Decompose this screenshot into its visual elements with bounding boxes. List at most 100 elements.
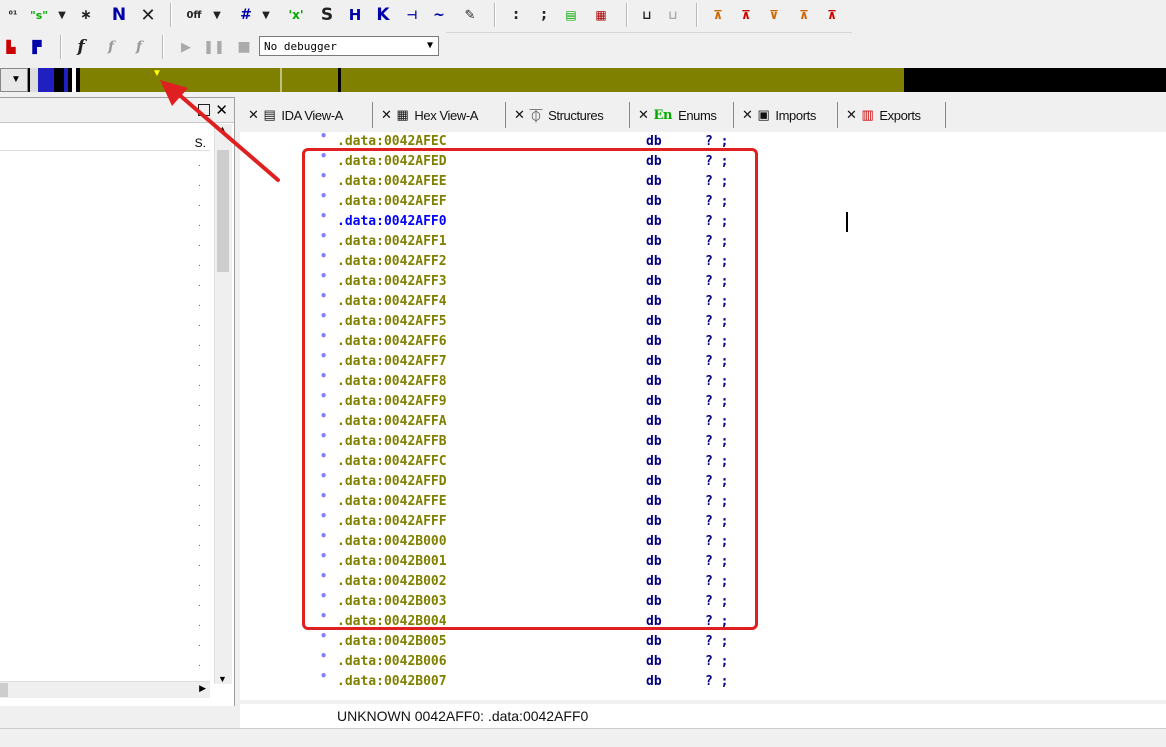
code-row[interactable]: • .data:0042B004 db ? ; [240, 609, 1166, 632]
row-mnemonic[interactable]: db [646, 292, 662, 312]
negate-icon[interactable]: ⊣ [402, 0, 422, 30]
xrefs-icon[interactable]: ▙ [0, 32, 22, 62]
code-row[interactable]: • .data:0042AFFF db ? ; [240, 509, 1166, 532]
row-address[interactable]: .data:0042AFEF [337, 192, 447, 212]
pencil-icon[interactable]: ✎ [460, 0, 480, 30]
code-row[interactable]: • .data:0042AFF0 db ? ; [240, 209, 1166, 232]
row-mnemonic[interactable]: db [646, 612, 662, 632]
row-operand[interactable]: ? ; [705, 252, 728, 272]
code-row[interactable]: • .data:0042AFF9 db ? ; [240, 389, 1166, 412]
row-operand[interactable]: ? ; [705, 212, 728, 232]
row-operand[interactable]: ? ; [705, 592, 728, 612]
code-row[interactable]: • .data:0042B002 db ? ; [240, 569, 1166, 592]
row-operand[interactable]: ? ; [705, 332, 728, 352]
code-row[interactable]: • .data:0042B007 db ? ; [240, 669, 1166, 692]
restore-icon[interactable] [198, 104, 210, 116]
char-icon[interactable]: 'x' [284, 0, 308, 30]
row-operand[interactable]: ? ; [705, 192, 728, 212]
row-mnemonic[interactable]: db [646, 232, 662, 252]
row-address[interactable]: .data:0042AFFF [337, 512, 447, 532]
row-operand[interactable]: ? ; [705, 372, 728, 392]
row-operand[interactable]: ? ; [705, 652, 728, 672]
row-operand[interactable]: ? ; [705, 452, 728, 472]
tab-hex-view[interactable]: ✕ ▦ Hex View-A [373, 102, 506, 128]
row-mnemonic[interactable]: db [646, 332, 662, 352]
row-mnemonic[interactable]: db [646, 252, 662, 272]
row-address[interactable]: .data:0042B005 [337, 632, 447, 652]
edit-function-icon[interactable]: f [100, 32, 122, 62]
row-address[interactable]: .data:0042AFF2 [337, 252, 447, 272]
row-address[interactable]: .data:0042B007 [337, 672, 447, 692]
row-address[interactable]: .data:0042AFF9 [337, 392, 447, 412]
row-address[interactable]: .data:0042B003 [337, 592, 447, 612]
row-operand[interactable]: ? ; [705, 272, 728, 292]
code-row[interactable]: • .data:0042AFED db ? ; [240, 149, 1166, 172]
row-address[interactable]: .data:0042AFEE [337, 172, 447, 192]
row-operand[interactable]: ? ; [705, 512, 728, 532]
code-row[interactable]: • .data:0042AFEC db ? ; [240, 129, 1166, 152]
segment-icon[interactable]: S [316, 0, 338, 30]
user-xref-icon[interactable]: ⊼ [792, 0, 816, 30]
structs-icon[interactable]: ▛ [26, 32, 48, 62]
code-row[interactable]: • .data:0042AFF3 db ? ; [240, 269, 1166, 292]
function-icon[interactable]: f [70, 32, 92, 62]
row-mnemonic[interactable]: db [646, 352, 662, 372]
row-mnemonic[interactable]: db [646, 312, 662, 332]
row-mnemonic[interactable]: db [646, 472, 662, 492]
row-mnemonic[interactable]: db [646, 492, 662, 512]
row-address[interactable]: .data:0042AFFB [337, 432, 447, 452]
code-row[interactable]: • .data:0042AFF7 db ? ; [240, 349, 1166, 372]
play-icon[interactable]: ▶ [176, 32, 196, 62]
code-row[interactable]: • .data:0042AFF5 db ? ; [240, 309, 1166, 332]
close-icon[interactable]: ✕ [742, 108, 753, 123]
row-mnemonic[interactable]: db [646, 452, 662, 472]
code-row[interactable]: • .data:0042B006 db ? ; [240, 649, 1166, 672]
row-mnemonic[interactable]: db [646, 392, 662, 412]
row-address[interactable]: .data:0042B001 [337, 552, 447, 572]
row-operand[interactable]: ? ; [705, 532, 728, 552]
code-row[interactable]: • .data:0042AFEF db ? ; [240, 189, 1166, 212]
row-address[interactable]: .data:0042AFF1 [337, 232, 447, 252]
scrollbar-thumb[interactable] [0, 683, 8, 697]
comment-icon[interactable]: ▤ [560, 0, 582, 30]
tab-structures[interactable]: ✕ ⏁ Structures [506, 102, 630, 128]
pause-icon[interactable]: ❚❚ [203, 32, 225, 62]
call-graph-icon[interactable]: ⊼ [820, 0, 844, 30]
vertical-scrollbar[interactable]: ▲ ▼ [214, 124, 232, 684]
row-address[interactable]: .data:0042AFF6 [337, 332, 447, 352]
code-row[interactable]: • .data:0042AFFB db ? ; [240, 429, 1166, 452]
row-operand[interactable]: ? ; [705, 152, 728, 172]
row-operand[interactable]: ? ; [705, 392, 728, 412]
row-operand[interactable]: ? ; [705, 632, 728, 652]
repeatable-comment-icon[interactable]: ▦ [590, 0, 612, 30]
bitwise-not-icon[interactable]: ~ [430, 0, 448, 30]
offset-icon[interactable]: 0ff [183, 0, 205, 30]
row-operand[interactable]: ? ; [705, 572, 728, 592]
row-mnemonic[interactable]: db [646, 432, 662, 452]
row-address[interactable]: .data:0042AFEC [337, 132, 447, 152]
disassembly-view[interactable]: • .data:0042AFEC db ? ; • .data:0042AFED db ? ;… [240, 129, 1166, 700]
scrollbar-thumb[interactable] [217, 150, 229, 272]
navband-dropdown[interactable]: ▼ [0, 68, 28, 92]
row-operand[interactable]: ? ; [705, 352, 728, 372]
flowchart-icon[interactable]: ⊼ [706, 0, 730, 30]
row-mnemonic[interactable]: db [646, 652, 662, 672]
hex-icon[interactable]: H [344, 0, 366, 30]
scroll-down-icon[interactable]: ▼ [218, 674, 227, 684]
stop-icon[interactable]: ■ [234, 32, 254, 62]
code-row[interactable]: • .data:0042AFF6 db ? ; [240, 329, 1166, 352]
colon-icon[interactable]: : [508, 0, 524, 30]
code-row[interactable]: • .data:0042B001 db ? ; [240, 549, 1166, 572]
row-mnemonic[interactable]: db [646, 372, 662, 392]
number-icon[interactable]: # [236, 0, 256, 30]
xref-to-icon[interactable]: ⊼ [734, 0, 758, 30]
close-icon[interactable]: ✕ [638, 108, 649, 123]
code-row[interactable]: • .data:0042AFFE db ? ; [240, 489, 1166, 512]
row-address[interactable]: .data:0042B000 [337, 532, 447, 552]
row-mnemonic[interactable]: db [646, 632, 662, 652]
dropdown-arrow-icon[interactable]: ▼ [258, 0, 274, 30]
row-mnemonic[interactable]: db [646, 212, 662, 232]
close-icon[interactable]: ✕ [381, 108, 392, 123]
row-mnemonic[interactable]: db [646, 552, 662, 572]
row-mnemonic[interactable]: db [646, 572, 662, 592]
